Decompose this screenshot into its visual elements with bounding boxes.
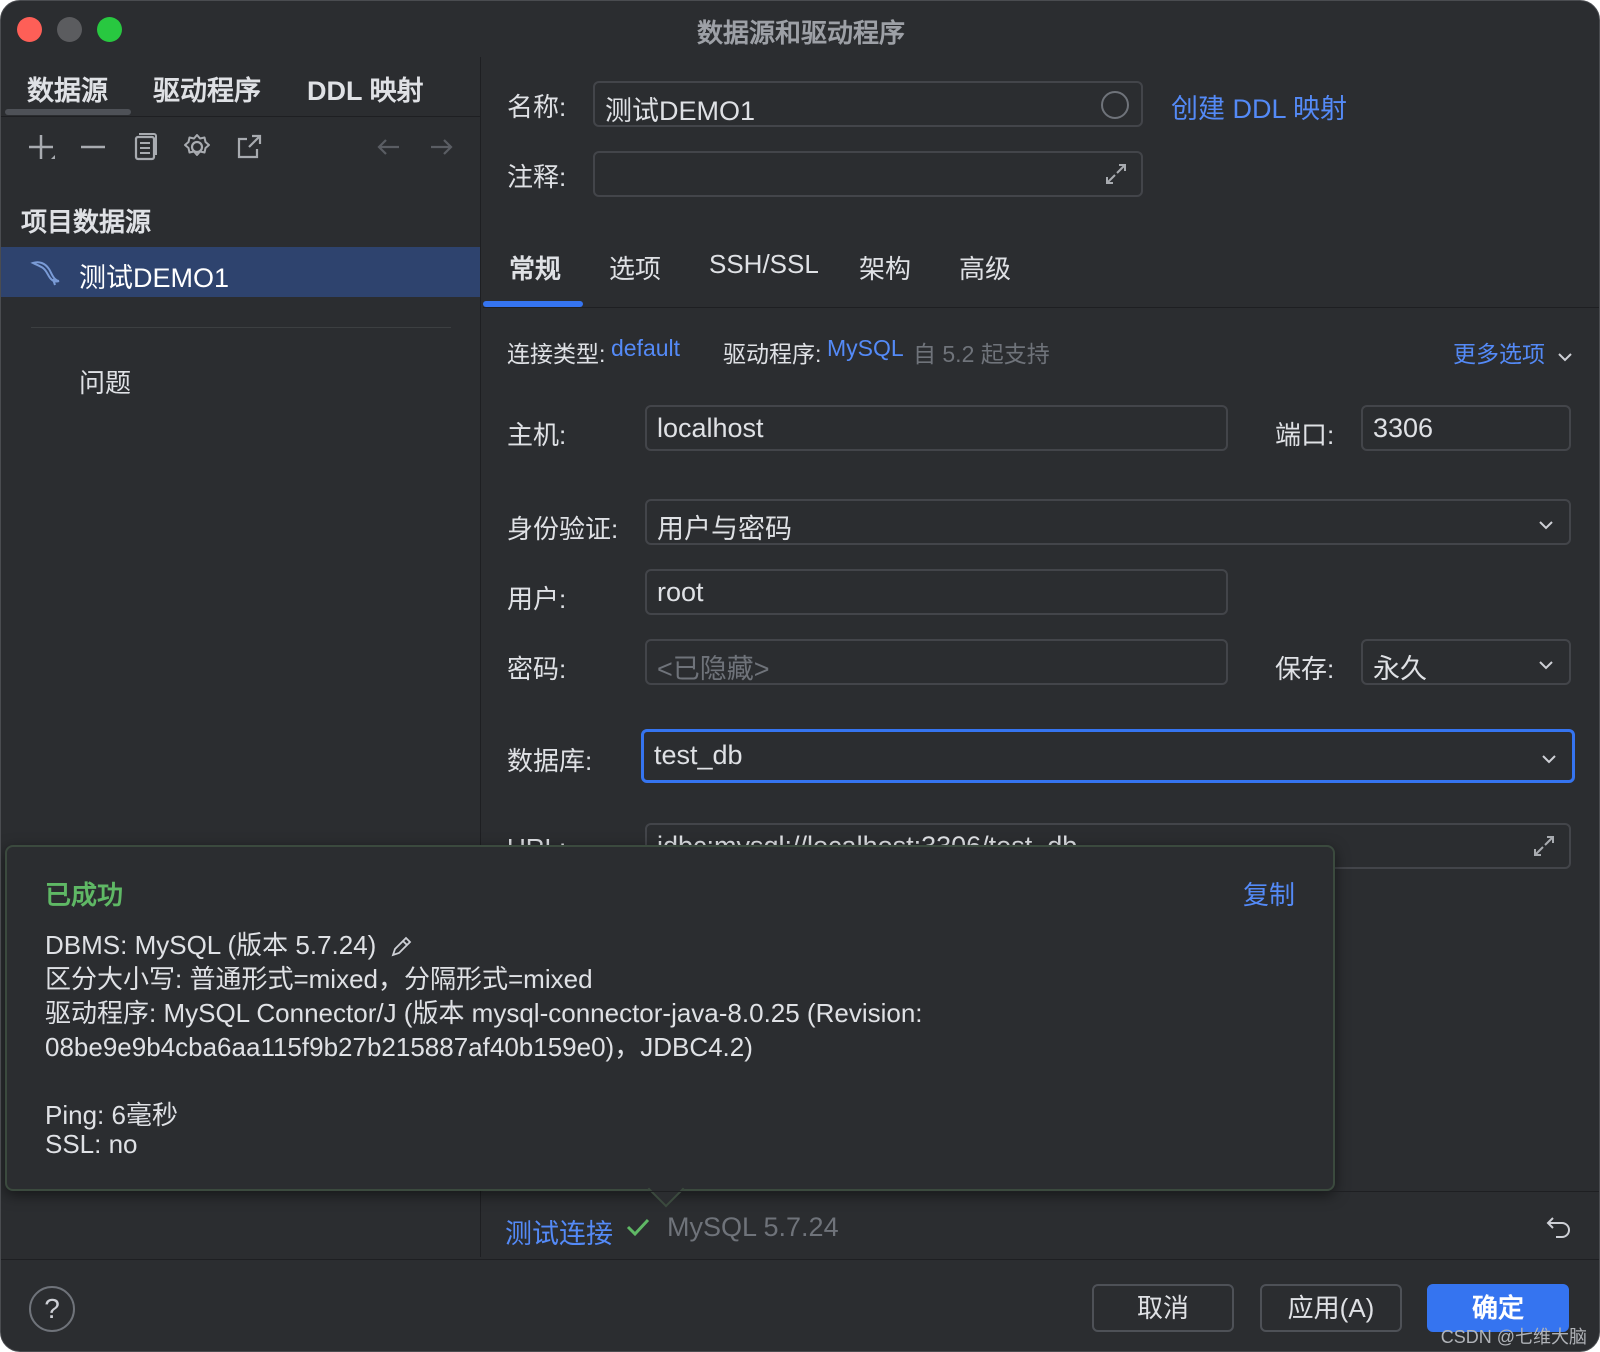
window-title: 数据源和驱动程序 [696, 18, 905, 48]
tab-schemas[interactable]: 架构 [859, 249, 911, 286]
driver-link[interactable]: MySQL [827, 335, 904, 362]
dialog-window: 数据源和驱动程序 数据源 驱动程序 DDL 映射 项目数据源 测试DEMO1 问… [0, 0, 1600, 1352]
datasource-item-label: 测试DEMO1 [79, 263, 230, 293]
popup-status: 已成功 [45, 880, 124, 910]
connection-type-link[interactable]: default [611, 335, 680, 362]
database-select-value: test_db [654, 740, 743, 770]
apply-button[interactable]: 应用(A) [1260, 1284, 1402, 1332]
popup-line: 驱动程序: MySQL Connector/J (版本 mysql-connec… [45, 998, 923, 1028]
divider [31, 327, 451, 328]
popup-line-text: DBMS: MySQL (版本 5.7.24) [45, 930, 377, 960]
project-datasources-header: 项目数据源 [21, 207, 152, 237]
popup-line: DBMS: MySQL (版本 5.7.24) [45, 925, 414, 962]
add-icon[interactable] [21, 127, 61, 167]
checkmark-icon [623, 1212, 653, 1242]
popup-line: SSL: no [45, 1129, 138, 1159]
color-circle-icon[interactable] [1101, 91, 1129, 119]
name-field[interactable]: 测试DEMO1 [593, 81, 1143, 127]
tab-general[interactable]: 常规 [509, 249, 561, 286]
pencil-icon[interactable] [388, 934, 414, 960]
tab-advanced[interactable]: 高级 [959, 249, 1011, 286]
tab-options[interactable]: 选项 [609, 249, 661, 286]
database-select[interactable]: test_db [641, 729, 1575, 783]
connection-type-label: 连接类型: [507, 341, 606, 367]
revert-icon[interactable] [1543, 1210, 1575, 1242]
comment-label: 注释: [507, 162, 567, 192]
chevron-down-icon [1555, 346, 1575, 366]
test-result-text: MySQL 5.7.24 [667, 1212, 839, 1242]
name-label: 名称: [507, 92, 567, 122]
name-field-value: 测试DEMO1 [605, 96, 756, 126]
save-select-value: 永久 [1373, 654, 1427, 684]
mysql-dolphin-icon [29, 255, 63, 289]
forward-arrow-icon[interactable] [421, 127, 461, 167]
host-label: 主机: [507, 420, 567, 450]
left-toolbar [1, 127, 481, 171]
expand-icon[interactable] [1101, 159, 1131, 189]
chevron-down-icon [1538, 746, 1560, 768]
test-connection-bar: 测试连接 MySQL 5.7.24 [483, 1191, 1599, 1261]
external-link-icon[interactable] [229, 127, 269, 167]
datasource-item[interactable]: 测试DEMO1 [1, 247, 480, 297]
duplicate-icon[interactable] [125, 127, 165, 167]
chevron-down-icon [1535, 652, 1557, 674]
dialog-footer: ? 取消 应用(A) 确定 CSDN @七维大脑 [1, 1259, 1599, 1351]
comment-field[interactable] [593, 151, 1143, 197]
left-tabs: 数据源 驱动程序 DDL 映射 [1, 57, 481, 117]
database-label: 数据库: [507, 746, 593, 776]
password-label: 密码: [507, 654, 567, 684]
popup-line: 08be9e9b4cba6aa115f9b27b215887af40b159e0… [45, 1032, 753, 1062]
port-label: 端口: [1275, 420, 1335, 450]
user-label: 用户: [507, 584, 567, 614]
host-field[interactable]: localhost [645, 405, 1228, 451]
chevron-down-icon [1535, 512, 1557, 534]
popup-line: Ping: 6毫秒 [45, 1100, 178, 1130]
auth-select-value: 用户与密码 [657, 514, 792, 544]
remove-icon[interactable] [73, 127, 113, 167]
gear-icon[interactable] [177, 127, 217, 167]
copy-link[interactable]: 复制 [1243, 875, 1295, 912]
auth-label: 身份验证: [507, 514, 619, 544]
save-label: 保存: [1275, 654, 1335, 684]
problems-item[interactable]: 问题 [79, 363, 131, 400]
test-connection-link[interactable]: 测试连接 [505, 1212, 613, 1251]
back-arrow-icon[interactable] [369, 127, 409, 167]
popup-line: 区分大小写: 普通形式=mixed，分隔形式=mixed [45, 964, 593, 994]
title-bar: 数据源和驱动程序 [1, 1, 1599, 57]
tab-datasources[interactable]: 数据源 [27, 69, 108, 108]
user-field[interactable]: root [645, 569, 1228, 615]
tabs-divider [483, 307, 1599, 308]
tab-drivers[interactable]: 驱动程序 [153, 69, 261, 108]
driver-label: 驱动程序: [723, 341, 822, 367]
save-select[interactable]: 永久 [1361, 639, 1571, 685]
cancel-button[interactable]: 取消 [1092, 1284, 1234, 1332]
tab-ssh-ssl[interactable]: SSH/SSL [709, 249, 819, 280]
more-options-label: 更多选项 [1453, 341, 1545, 367]
port-field[interactable]: 3306 [1361, 405, 1571, 451]
driver-note: 自 5.2 起支持 [913, 341, 1050, 367]
more-options-link[interactable]: 更多选项 [1453, 335, 1575, 369]
watermark: CSDN @七维大脑 [1440, 1327, 1587, 1347]
tab-ddl-mappings[interactable]: DDL 映射 [307, 69, 424, 108]
password-field[interactable]: <已隐藏> [645, 639, 1228, 685]
help-button[interactable]: ? [29, 1286, 75, 1332]
test-result-popup: 已成功 复制 DBMS: MySQL (版本 5.7.24) 区分大小写: 普通… [5, 845, 1335, 1191]
create-ddl-mapping-link[interactable]: 创建 DDL 映射 [1171, 87, 1347, 126]
expand-icon[interactable] [1529, 831, 1559, 861]
active-tab-indicator [5, 109, 131, 115]
auth-select[interactable]: 用户与密码 [645, 499, 1571, 545]
